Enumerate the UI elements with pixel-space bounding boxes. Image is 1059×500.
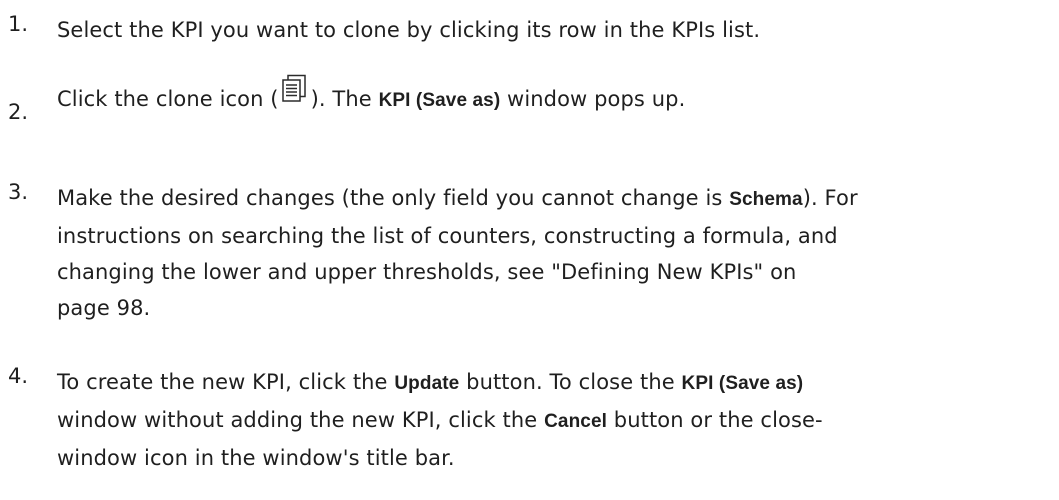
step-number: 3. [8, 180, 29, 204]
field-name: Schema [729, 189, 803, 210]
step-text: Click the clone icon ( ). The KPI (Save … [57, 74, 1032, 119]
step-text-part: To create the new KPI, click the [57, 370, 395, 394]
step-text: Make the desired changes (the only field… [57, 180, 1032, 326]
button-name: Update [394, 373, 460, 394]
clone-icon [281, 74, 309, 108]
button-name: Cancel [544, 411, 608, 432]
window-name: KPI (Save as) [378, 90, 501, 111]
step-text: Select the KPI you want to clone by clic… [57, 18, 761, 42]
step-text-part: window pops up. [500, 87, 686, 111]
step-text-part: button or the close- [607, 408, 823, 432]
step-text-part: ). For [802, 186, 858, 210]
step-line: To create the new KPI, click the Update … [57, 364, 1032, 402]
window-name: KPI (Save as) [681, 373, 804, 394]
step-line: changing the lower and upper thresholds,… [57, 260, 797, 284]
step-text-part: Click the clone icon ( [57, 87, 279, 111]
step-line: instructions on searching the list of co… [57, 224, 838, 248]
step-text-part: window without adding the new KPI, click… [57, 408, 545, 432]
step-number: 1. [8, 12, 29, 36]
step-line: window icon in the window's title bar. [57, 446, 455, 470]
step-text-part: Make the desired changes (the only field… [57, 186, 730, 210]
step-line: Make the desired changes (the only field… [57, 180, 1032, 218]
step-number: 4. [8, 364, 29, 388]
step-text-part: button. To close the [459, 370, 682, 394]
step-line: window without adding the new KPI, click… [57, 402, 1032, 440]
step-text-part: ). The [310, 87, 379, 111]
step-line: page 98. [57, 296, 151, 320]
step-number: 2. [8, 100, 29, 124]
step-text: To create the new KPI, click the Update … [57, 364, 1032, 476]
